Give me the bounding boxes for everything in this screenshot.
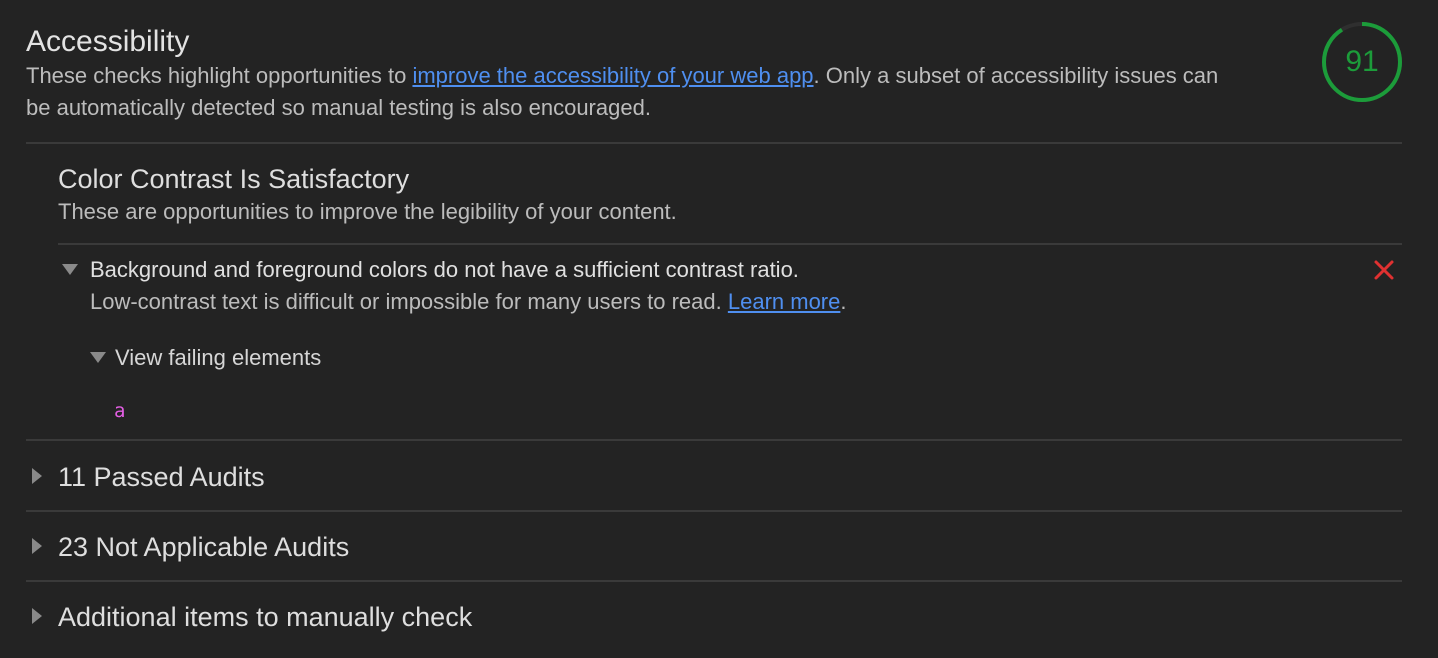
view-failing-elements-toggle[interactable]: View failing elements bbox=[115, 343, 321, 373]
header-divider bbox=[26, 142, 1402, 144]
accessibility-guide-link[interactable]: improve the accessibility of your web ap… bbox=[412, 63, 813, 88]
section-label: Additional items to manually check bbox=[58, 602, 473, 632]
audit-group-color-contrast: Color Contrast Is Satisfactory These are… bbox=[58, 162, 1402, 228]
passed-audits-section[interactable]: 11 Passed Audits bbox=[26, 442, 1402, 510]
lighthouse-report: Accessibility These checks highlight opp… bbox=[0, 0, 1438, 658]
audit-desc-text: Low-contrast text is difficult or imposs… bbox=[90, 289, 728, 314]
category-title: Accessibility bbox=[26, 25, 190, 58]
manual-check-section[interactable]: Additional items to manually check bbox=[26, 582, 1402, 650]
not-applicable-audits-section[interactable]: 23 Not Applicable Audits bbox=[26, 512, 1402, 580]
fail-x-icon bbox=[1368, 254, 1400, 286]
expand-triangle-icon[interactable] bbox=[32, 608, 42, 624]
audit-desc-end: . bbox=[840, 289, 847, 314]
expand-triangle-icon[interactable] bbox=[62, 264, 78, 275]
category-description: These checks highlight opportunities to … bbox=[26, 60, 1246, 124]
section-label: 23 Not Applicable Audits bbox=[58, 532, 350, 562]
audit-title: Background and foreground colors do not … bbox=[90, 257, 799, 282]
section-label: 11 Passed Audits bbox=[58, 462, 265, 492]
score-value: 91 bbox=[1345, 45, 1379, 78]
details-triangle-icon[interactable] bbox=[90, 352, 106, 363]
group-description: These are opportunities to improve the l… bbox=[58, 199, 677, 224]
category-header: Accessibility These checks highlight opp… bbox=[26, 24, 1246, 124]
audit-divider bbox=[26, 439, 1402, 441]
expand-triangle-icon[interactable] bbox=[32, 468, 42, 484]
failing-node[interactable]: a bbox=[114, 400, 125, 422]
category-desc-before: These checks highlight opportunities to bbox=[26, 63, 413, 88]
group-divider bbox=[58, 243, 1402, 245]
score-gauge: 91 bbox=[1321, 21, 1403, 103]
learn-more-link[interactable]: Learn more bbox=[728, 289, 841, 314]
group-title: Color Contrast Is Satisfactory bbox=[58, 164, 410, 194]
audit-description: Low-contrast text is difficult or imposs… bbox=[90, 286, 847, 318]
expand-triangle-icon[interactable] bbox=[32, 538, 42, 554]
